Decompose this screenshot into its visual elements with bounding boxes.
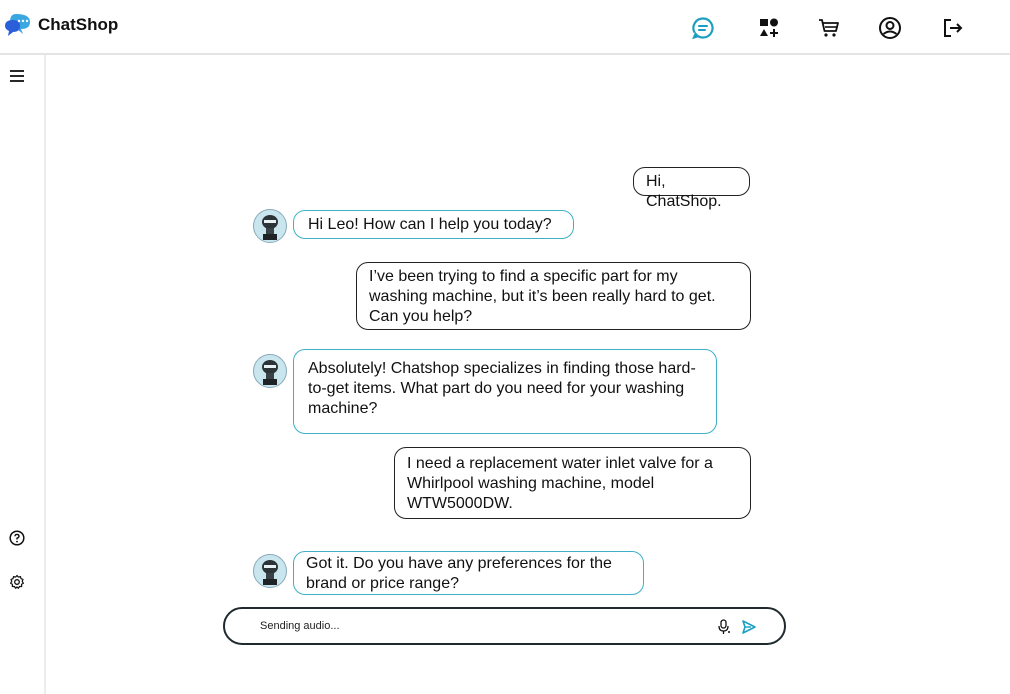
- bot-message: Hi Leo! How can I help you today?: [293, 210, 574, 239]
- user-message: I need a replacement water inlet valve f…: [394, 447, 751, 519]
- message-text: Hi, ChatShop.: [646, 173, 722, 210]
- send-icon[interactable]: [741, 619, 757, 635]
- bot-message: Got it. Do you have any preferences for …: [293, 551, 644, 595]
- robot-icon: [262, 360, 278, 385]
- help-icon[interactable]: [6, 527, 28, 549]
- app-name: ChatShop: [38, 15, 119, 34]
- bot-avatar: [253, 354, 287, 388]
- message-composer[interactable]: Sending audio...: [223, 607, 786, 645]
- menu-icon[interactable]: [6, 65, 28, 87]
- message-text: Absolutely! Chatshop specializes in find…: [308, 360, 696, 417]
- logo[interactable]: ChatShop: [4, 12, 118, 38]
- cart-icon[interactable]: [817, 16, 841, 40]
- top-bar: ChatShop: [0, 0, 1010, 55]
- user-message: Hi, ChatShop.: [633, 167, 750, 210]
- bot-message: Absolutely! Chatshop specializes in find…: [293, 349, 717, 434]
- sidebar: [0, 55, 46, 694]
- robot-icon: [262, 560, 278, 585]
- bot-avatar: [253, 209, 287, 243]
- robot-icon: [262, 215, 278, 240]
- chat-icon[interactable]: [691, 16, 715, 40]
- bot-avatar: [253, 554, 287, 588]
- user-message: I’ve been trying to find a specific part…: [356, 262, 751, 330]
- message-text: I need a replacement water inlet valve f…: [407, 455, 713, 512]
- microphone-icon[interactable]: [717, 619, 731, 635]
- logout-icon[interactable]: [941, 16, 965, 40]
- categories-icon[interactable]: [757, 16, 781, 40]
- logo-icon: [5, 14, 30, 36]
- account-icon[interactable]: [878, 16, 902, 40]
- message-text: Hi Leo! How can I help you today?: [308, 216, 552, 233]
- settings-icon[interactable]: [6, 571, 28, 593]
- composer-status: Sending audio...: [260, 620, 340, 632]
- message-text: I’ve been trying to find a specific part…: [369, 268, 716, 325]
- message-text: Got it. Do you have any preferences for …: [306, 555, 612, 592]
